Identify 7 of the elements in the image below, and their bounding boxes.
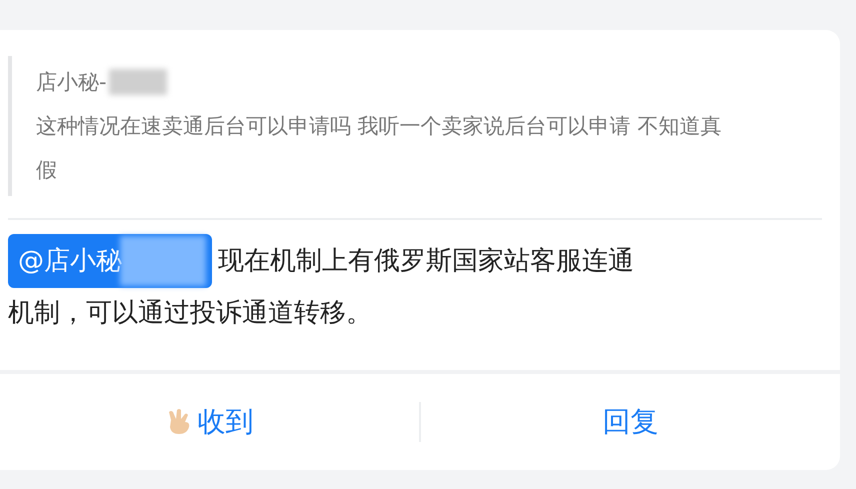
message-text: 机制，可以通过投诉通道转移。 (8, 297, 372, 330)
quote-author: 店小秘- (36, 69, 107, 96)
quote-text: 这种情况在速卖通后台可以申请吗 我听一个卖家说后台可以申请 不知道真假 (36, 113, 722, 184)
redaction-blur (108, 69, 167, 95)
reply-button[interactable]: 回复 (421, 403, 840, 441)
message-text: 现在机制上有俄罗斯国家站客服连通 (218, 245, 634, 278)
acknowledge-button[interactable]: 收到 (0, 403, 419, 441)
